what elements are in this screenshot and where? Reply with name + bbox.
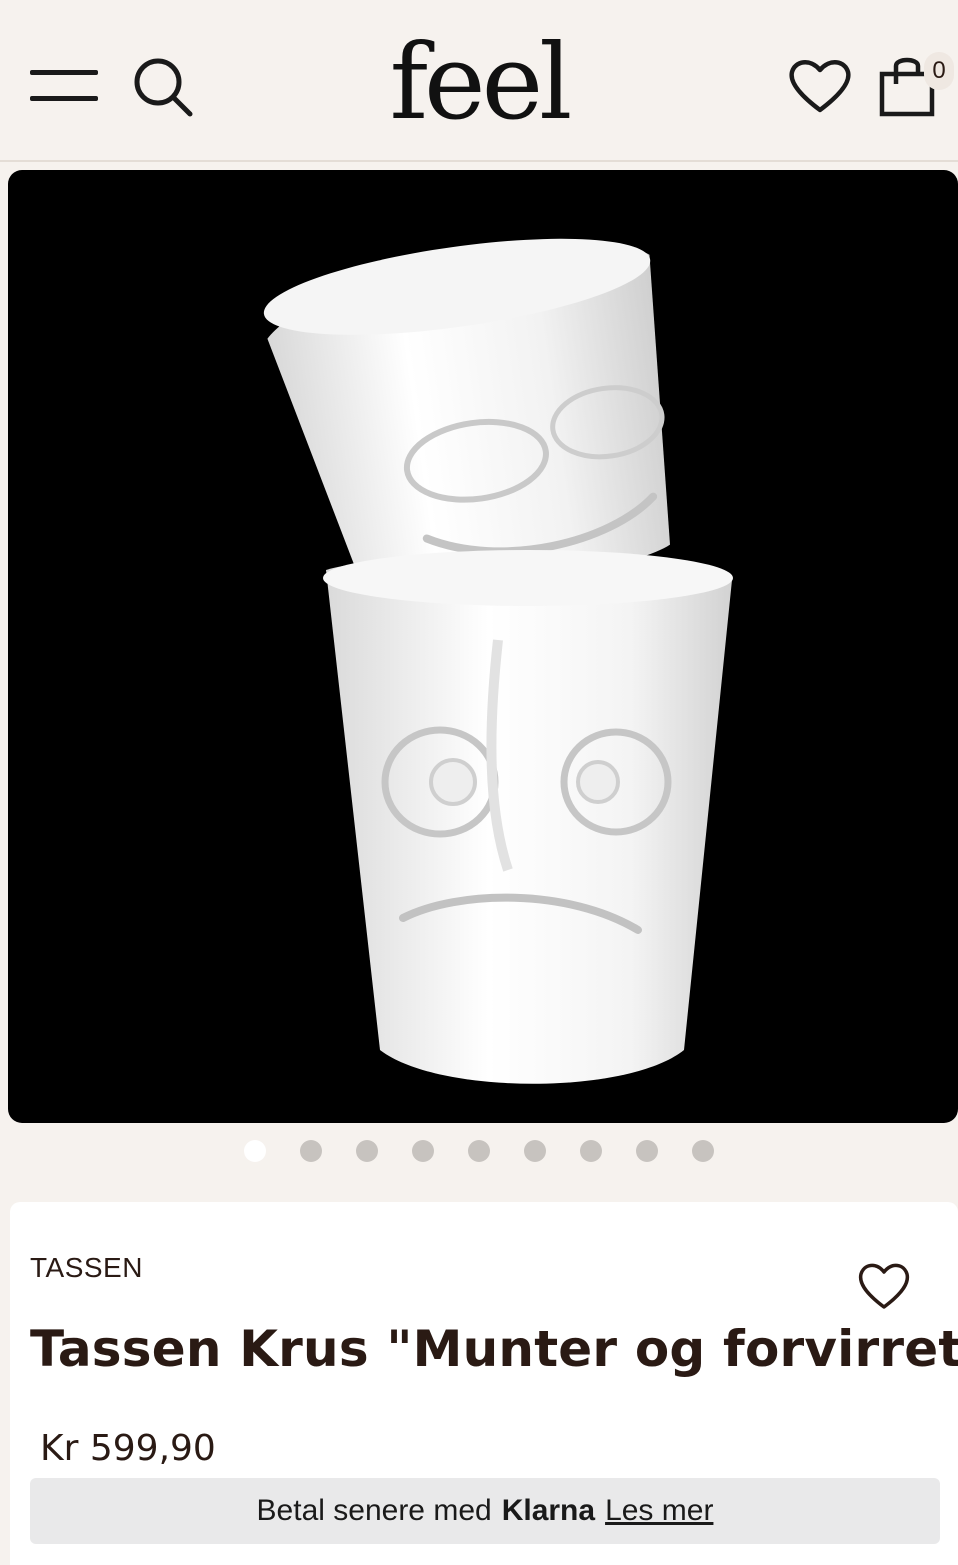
product-brand[interactable]: TASSEN [30, 1252, 143, 1284]
klarna-text: Betal senere med [256, 1494, 492, 1527]
gallery-dot[interactable] [636, 1140, 658, 1162]
site-header: feel 0 [0, 0, 958, 162]
gallery-dot[interactable] [244, 1140, 266, 1162]
gallery-dot[interactable] [524, 1140, 546, 1162]
gallery-dot[interactable] [692, 1140, 714, 1162]
product-info: TASSEN Tassen Krus "Munter og forvirret"… [10, 1202, 958, 1565]
klarna-brand: Klarna [501, 1494, 596, 1527]
gallery-pagination [0, 1140, 958, 1164]
gallery-dot[interactable] [412, 1140, 434, 1162]
product-title: Tassen Krus "Munter og forvirret" [30, 1320, 958, 1378]
product-price: Kr 599,90 [40, 1428, 216, 1469]
product-page: feel 0 TASSEN Tassen Krus "Munter og for… [0, 0, 958, 1565]
heart-icon[interactable] [786, 56, 854, 116]
product-image[interactable] [8, 170, 958, 1123]
klarna-banner: Betal senere med Klarna Les mer [30, 1478, 940, 1544]
gallery-dot[interactable] [580, 1140, 602, 1162]
klarna-read-more-link[interactable]: Les mer [605, 1494, 713, 1528]
mug-illustration [263, 238, 733, 1084]
add-to-wishlist-heart-icon[interactable] [856, 1260, 912, 1312]
cart-count-badge: 0 [924, 52, 954, 90]
gallery-dot[interactable] [300, 1140, 322, 1162]
gallery-dot[interactable] [356, 1140, 378, 1162]
gallery-dot[interactable] [468, 1140, 490, 1162]
